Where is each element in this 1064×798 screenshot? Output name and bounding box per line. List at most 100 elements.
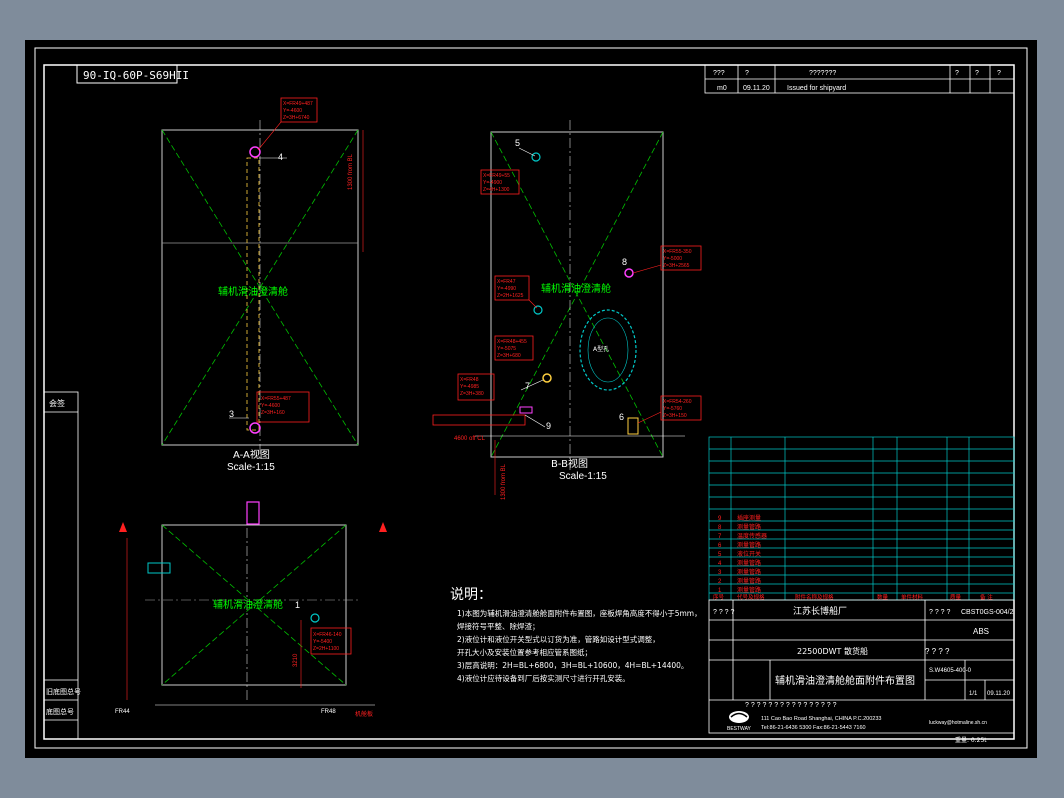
c7a-l2: Z=3H+680 [497,353,521,359]
c5-l2: Z=4H+1300 [483,187,510,193]
tb-qmarks: ? ? ? ? ? ? ? ? ? ? ? ? ? ? ? ? [745,702,837,709]
bestway-logo [729,711,749,723]
c5-l1: Y=-4900 [483,180,502,186]
c7b-l0: X=FR48 [460,377,479,383]
c7a-l1: Y=-5075 [497,346,516,352]
tb-class: ABS [973,627,989,636]
c3-l1: Y=-4600 [261,403,280,409]
num-1: 1 [295,600,300,610]
tb-email: luckway@hotmaline.sh.cn [929,720,987,726]
bb-scale: Scale-1:15 [559,471,607,482]
num-6: 6 [619,412,624,422]
drawing-sheet: 90-IQ-60P-S69HII ??? ? ??????? ? ? ? m0 … [25,40,1037,758]
part-name: 测量管路 [737,523,761,531]
note-line-0: 1)本图为辅机滑油澄清舱舱面附件布置图，座板焊角高度不得小于5mm， [457,608,702,618]
c1-l0: X=FR46-140 [313,632,342,638]
c4-l1: Y=-4600 [283,108,302,114]
note-line-1: 焊接符号平整、除焊渣； [457,621,540,631]
num-8: 8 [622,257,627,267]
c7b-l2: Z=3H+380 [460,391,484,397]
callout-4 [257,97,318,159]
num-7: 7 [525,381,530,391]
c6-l2: Z=3H+150 [663,413,687,419]
rev-h2: ??????? [809,70,836,77]
part-name: 测量管路 [737,559,761,567]
tb-logo-text: BESTWAY [727,726,752,732]
c6-l0: X=FR54-260 [663,399,692,405]
side-label-1: 旧底图总号 [46,687,81,696]
tb-date: 09.11.20 [987,691,1011,697]
parts-rows: 9 插座测量 8 测量管路 7 温度传感器 6 测量管路 5 液位开关 4 测量… [713,514,993,601]
tb-code2: S.W4605-400-0 [929,668,972,674]
note-line-5: 4)液位计应待设备到厂后按实测尺寸进行开孔安装。 [457,673,630,683]
cm-l2: Z=2H+1625 [497,293,524,299]
tb-q4c: ? ? ? ? [925,647,950,656]
c3-l0: X=FR55+487 [261,396,291,402]
cm-l1: Y=-4990 [497,286,516,292]
c6-l1: Y=-5760 [663,406,682,412]
side-label-2: 底图总号 [46,707,74,716]
rev-h3: ? [955,70,959,77]
side-label-0: 会签 [49,398,65,408]
num-5: 5 [515,138,520,148]
c8-l1: Y=-5000 [663,256,682,262]
bb-title: B-B视图 [551,457,588,470]
note-line-3: 开孔大小及安装位置参考相应管系图纸； [457,647,592,657]
part-name: 测量管路 [737,541,761,549]
rev-r2: Issued for shipyard [787,85,846,92]
c1-l2: Z=2H+1100 [313,646,339,652]
part-name: 液位开关 [737,550,761,558]
num-9: 9 [546,421,551,431]
deck-label: 机舱板 [355,710,373,718]
tb-addr1: 111 Cao Bao Road Shanghai, CHINA P.C.200… [761,716,881,722]
c8-l0: X=FR55-350 [663,249,692,255]
part-name: 测量管路 [737,577,761,585]
c3-l2: Z=3H+160 [261,410,285,416]
fr44-label: FR44 [115,709,130,715]
aa-tank-label: 辅机滑油澄清舱 [218,285,288,298]
c8-l2: Z=3H+2565 [663,263,690,269]
tb-company: 江苏长博船厂 [793,605,847,617]
cad-drawing: 90-IQ-60P-S69HII ??? ? ??????? ? ? ? m0 … [34,47,1028,749]
bb-dim-bottom: 1300 from BL [501,463,507,500]
fr48-label: FR48 [321,709,336,715]
tb-sheet: 1/1 [969,691,978,697]
notes-title: 说明： [450,587,492,603]
part-name: 测量管路 [737,586,761,594]
tb-drawing-code: CBST0GS-004/2 [961,609,1014,616]
tb-weight: 重量: 0.25t [955,736,987,744]
aa-title: A-A视图 [233,448,270,461]
drawing-number: 90-IQ-60P-S69HII [83,69,189,82]
note-line-4: 3)层高说明：2H=BL+6800，3H=BL+10600，4H=BL+1440… [457,660,688,670]
rev-h1: ? [745,70,749,77]
tb-title: 辅机滑油澄清舱舱面附件布置图 [775,674,915,687]
aa-dim-top: 1300 from BL [348,153,354,190]
c7b-l1: Y=-4985 [460,384,479,390]
part-name: 插座测量 [737,514,761,522]
rev-h5: ? [997,70,1001,77]
rev-r1: 09.11.20 [743,85,770,92]
cm-l0: X=FR47 [497,279,516,285]
num-4: 4 [278,152,283,162]
tb-q4b: ? ? ? ? [929,609,951,616]
rev-h4: ? [975,70,979,77]
c4-l2: Z=3H+6740 [283,115,310,121]
tb-q4a: ? ? ? ? [713,609,735,616]
side-strip [43,391,79,740]
rev-h0: ??? [713,70,725,77]
callout-9 [432,414,546,428]
aa-scale: Scale-1:15 [227,462,275,473]
num-3: 3 [229,409,234,419]
manhole-label: A型孔 [593,345,609,353]
title-block-grid [708,599,1015,734]
bb-tank-label: 辅机滑油澄清舱 [541,282,611,295]
c5-l0: X=FR49+55 [483,173,510,179]
note-line-2: 2)液位计和液位开关型式以订货为准，管路如设计型式调整， [457,634,660,644]
tb-addr2: Tel:86-21-6436 5300 Fax:86-21-5443 7160 [761,725,866,731]
part-name: 测量管路 [737,568,761,576]
part-name: 温度传感器 [737,532,767,540]
cl-label: 4600 off CL [454,436,486,442]
tb-ship: 22500DWT 散货船 [797,646,868,656]
plan-dim: 3210 [293,653,299,667]
plan-tank-label: 辅机滑油澄清舱 [213,598,283,611]
